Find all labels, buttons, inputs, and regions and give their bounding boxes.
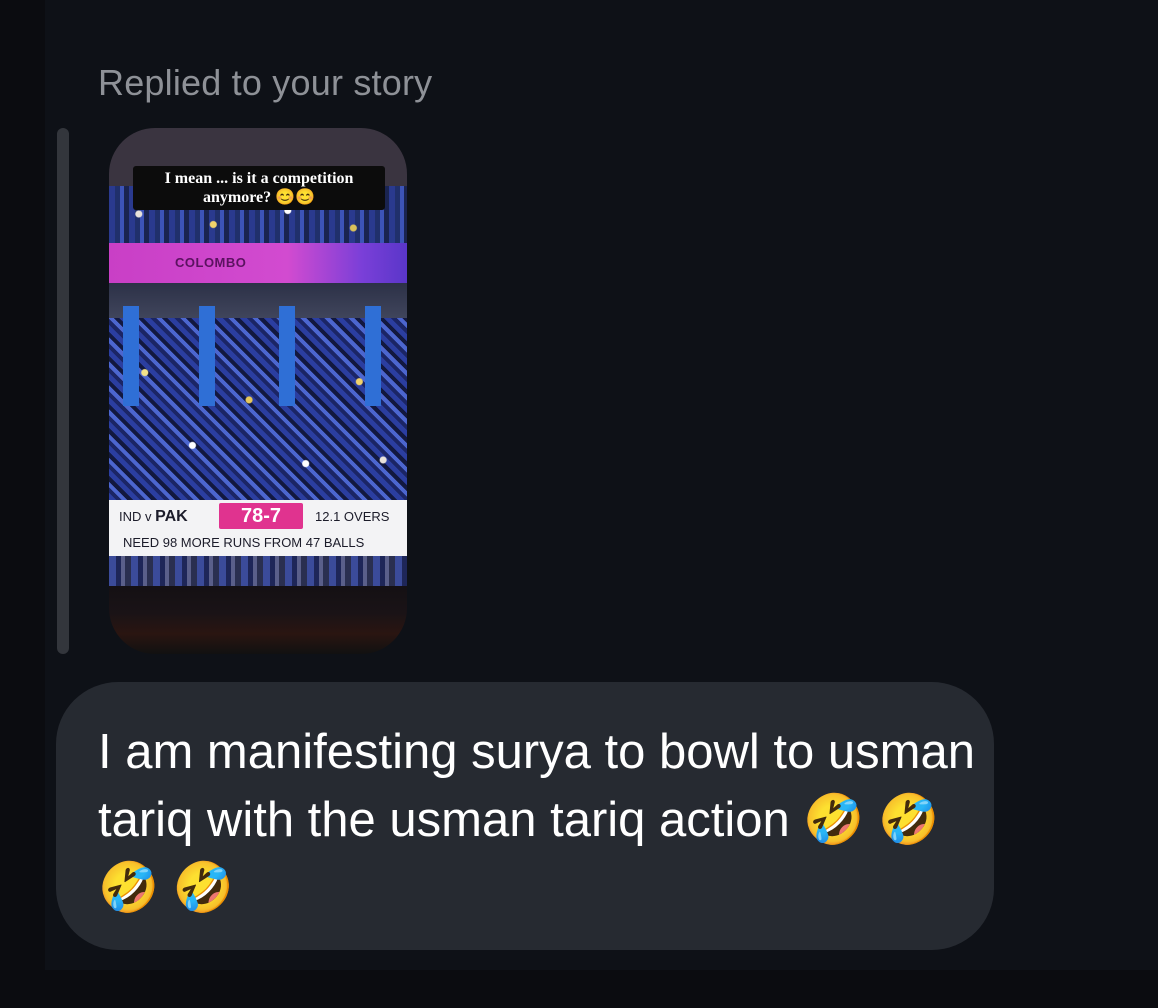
- reply-quote-bar: [57, 128, 69, 654]
- teams-prefix: IND v: [119, 509, 156, 524]
- story-reply-label: Replied to your story: [98, 62, 433, 103]
- stand-pillar: [365, 306, 381, 406]
- scoreboard-overs: 12.1 OVERS: [315, 509, 390, 524]
- story-crowd-main: [109, 318, 407, 500]
- scoreboard: IND v PAK 78-7 12.1 OVERS NEED 98 MORE R…: [109, 500, 407, 556]
- scoreboard-score: 78-7: [219, 503, 303, 529]
- story-preview[interactable]: COLOMBO I mean ... is it a competition a…: [109, 128, 407, 654]
- scoreboard-teams: IND v PAK: [119, 508, 188, 526]
- chat-screen: Replied to your story COLOMBO I mean ...…: [0, 0, 1158, 1008]
- story-caption: I mean ... is it a competition anymore? …: [133, 166, 385, 210]
- team-bold: PAK: [155, 508, 188, 525]
- stand-pillar: [279, 306, 295, 406]
- stadium-banner: [109, 243, 407, 283]
- stadium-banner-text: COLOMBO: [175, 255, 247, 270]
- story-footer-area: [109, 586, 407, 654]
- stand-pillar: [199, 306, 215, 406]
- stand-pillar: [123, 306, 139, 406]
- scoreboard-target: NEED 98 MORE RUNS FROM 47 BALLS: [123, 535, 365, 550]
- message-text: I am manifesting surya to bowl to usman …: [98, 725, 975, 915]
- story-crowd-lower: [109, 556, 407, 586]
